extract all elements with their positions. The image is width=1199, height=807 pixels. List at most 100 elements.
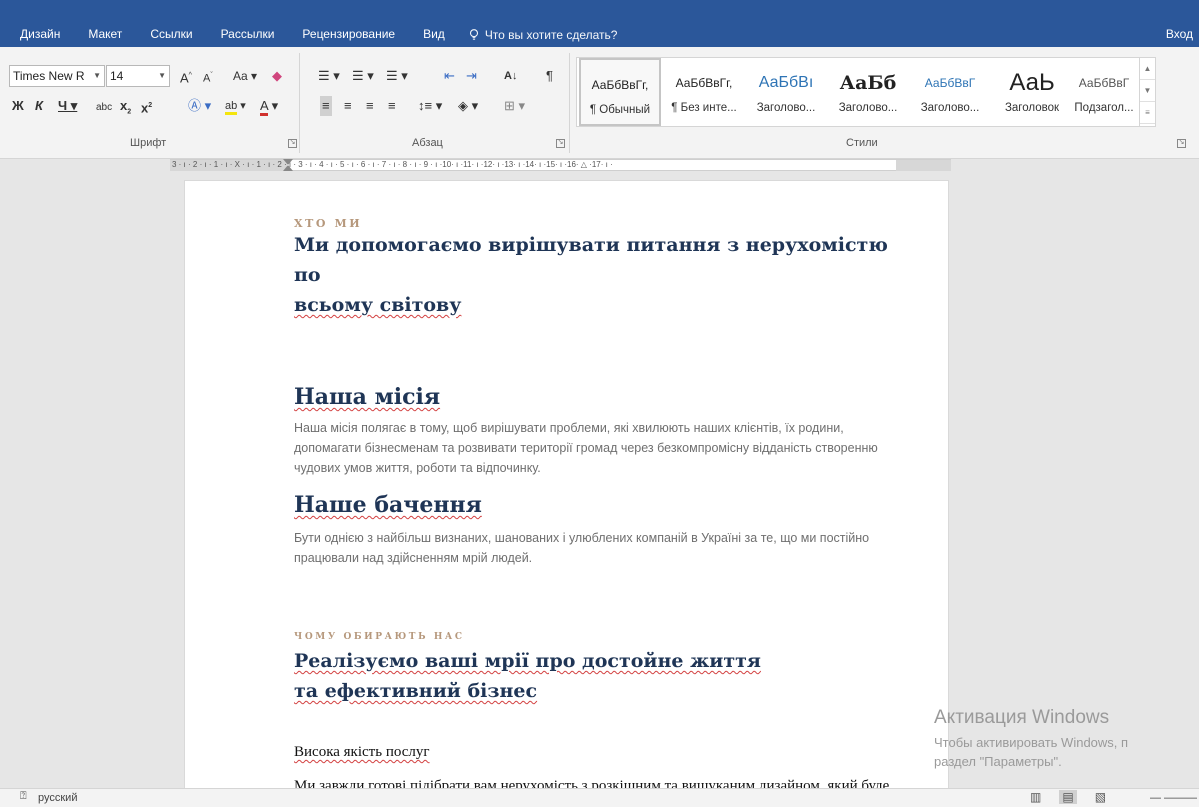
style-sample: АаБбВвГг,	[591, 78, 649, 92]
increase-indent-icon[interactable]: ⇥	[466, 66, 477, 86]
tell-me-label: Что вы хотите сделать?	[484, 27, 618, 42]
font-color-icon[interactable]: A ▾	[260, 96, 278, 116]
paragraph-group-label: Абзац	[412, 137, 443, 149]
italic-icon[interactable]: К	[35, 96, 43, 116]
font-size-box[interactable]: 14 ▼	[106, 65, 170, 87]
subscript-icon[interactable]: x2	[120, 96, 131, 116]
tab-review[interactable]: Рецензирование	[288, 22, 409, 47]
sign-in-link[interactable]: Вход	[1166, 22, 1193, 47]
quality-heading: Висока якість послуг	[294, 744, 914, 761]
tab-mailings[interactable]: Рассылки	[207, 22, 289, 47]
style-normal[interactable]: АаБбВвГг, ¶ Обычный	[579, 58, 661, 126]
clear-formatting-icon[interactable]: ◆	[272, 66, 282, 86]
tab-design[interactable]: Дизайн	[0, 22, 74, 47]
mission-heading: Наша місія	[294, 384, 914, 410]
hanging-indent-marker[interactable]	[283, 165, 293, 171]
print-layout-icon[interactable]: ▤	[1059, 790, 1077, 804]
underline-icon[interactable]: Ч ▾	[58, 96, 77, 116]
section-eyebrow: ЧОМУ ОБИРАЮТЬ НАС	[294, 632, 465, 642]
change-case-icon[interactable]: Aa ▾	[233, 66, 257, 86]
section-title: Ми допомогаємо вирішувати питання з неру…	[294, 230, 914, 320]
style-name: Подзагол...	[1074, 102, 1134, 114]
sort-icon[interactable]: A↓	[504, 66, 517, 86]
chevron-down-icon[interactable]: ▼	[158, 66, 166, 86]
style-subtitle[interactable]: АаБбВвГ Подзагол...	[1069, 58, 1139, 126]
style-sample: АаБбВвГг,	[675, 76, 733, 90]
style-sample: АаБб	[839, 72, 897, 94]
section-title: Реалізуємо ваші мрії про достойне життя …	[294, 646, 914, 706]
align-right-icon[interactable]: ≡	[366, 96, 374, 116]
heading-text: Наша місія	[294, 384, 441, 410]
styles-gallery: АаБбВвГг, ¶ Обычный АаБбВвГг, ¶ Без инте…	[576, 57, 1156, 127]
web-layout-icon[interactable]: ▧	[1095, 790, 1106, 804]
status-bar: ⍰ русский ▥ ▤ ▧ — ———	[0, 788, 1199, 807]
styles-group-label: Стили	[846, 137, 878, 149]
document-body[interactable]: ХТО МИ Ми допомогаємо вирішувати питання…	[294, 217, 914, 807]
shading-icon[interactable]: ◈ ▾	[458, 96, 478, 116]
more-styles-icon[interactable]: ≡	[1140, 102, 1155, 124]
numbering-icon[interactable]: ☰ ▾	[352, 66, 374, 86]
style-sample: АаБбВı	[758, 74, 814, 91]
bullets-icon[interactable]: ☰ ▾	[318, 66, 340, 86]
font-size-value: 14	[110, 69, 124, 83]
activation-watermark: Активация Windows Чтобы активировать Win…	[934, 707, 1128, 771]
ribbon-home: Times New R ▼ 14 ▼ A^ Aˇ Aa ▾ ◆ Ж К Ч ▾ …	[0, 47, 1199, 159]
style-heading-3[interactable]: АаБбВвГ Заголово...	[909, 58, 991, 126]
tab-references[interactable]: Ссылки	[136, 22, 206, 47]
proofing-icon[interactable]: ⍰	[20, 790, 27, 803]
style-name: Заголово...	[756, 102, 816, 114]
language-indicator[interactable]: русский	[38, 792, 77, 804]
style-name: Заголово...	[838, 102, 898, 114]
title-line: Реалізуємо ваші мрії про достойне життя	[294, 650, 761, 672]
title-line: Ми допомогаємо вирішувати питання з неру…	[294, 234, 888, 286]
vision-heading: Наше бачення	[294, 492, 914, 518]
show-marks-icon[interactable]: ¶	[546, 66, 553, 86]
watermark-title: Активация Windows	[934, 707, 1110, 728]
document-page[interactable]: ХТО МИ Ми допомогаємо вирішувати питання…	[184, 180, 949, 807]
highlight-icon[interactable]: ab ▾	[225, 96, 246, 116]
ribbon-tabs: Дизайн Макет Ссылки Рассылки Рецензирова…	[0, 22, 617, 47]
heading-text: Висока якість послуг	[294, 744, 430, 760]
tab-layout[interactable]: Макет	[74, 22, 136, 47]
zoom-slider[interactable]: — ———	[1150, 792, 1197, 804]
multilevel-list-icon[interactable]: ☰ ▾	[386, 66, 408, 86]
grow-font-icon[interactable]: A^	[180, 66, 192, 86]
style-no-spacing[interactable]: АаБбВвГг, ¶ Без инте...	[663, 58, 745, 126]
style-sample: АаЬ	[1009, 69, 1055, 96]
scroll-up-icon[interactable]: ▲	[1140, 58, 1155, 80]
dialog-launcher-icon[interactable]: ↘	[288, 139, 297, 148]
line-spacing-icon[interactable]: ↕≡ ▾	[418, 96, 442, 116]
superscript-icon[interactable]: x2	[141, 96, 152, 116]
font-group-label: Шрифт	[130, 137, 167, 149]
text-effects-icon[interactable]: Ⓐ ▾	[188, 96, 211, 116]
align-left-icon[interactable]: ≡	[320, 96, 332, 116]
borders-icon[interactable]: ⊞ ▾	[504, 96, 525, 116]
read-mode-icon[interactable]: ▥	[1030, 790, 1041, 804]
section-eyebrow: ХТО МИ	[294, 217, 363, 230]
tab-view[interactable]: Вид	[409, 22, 459, 47]
bold-icon[interactable]: Ж	[12, 96, 24, 116]
chevron-down-icon[interactable]: ▼	[93, 66, 101, 86]
shrink-font-icon[interactable]: Aˇ	[203, 66, 213, 86]
style-sample: АаБбВвГ	[1078, 76, 1130, 90]
style-name: ¶ Без инте...	[671, 102, 737, 114]
word-window: Дизайн Макет Ссылки Рассылки Рецензирова…	[0, 0, 1199, 807]
watermark-line: раздел "Параметры".	[934, 754, 1062, 769]
ribbon-tab-bar: Дизайн Макет Ссылки Рассылки Рецензирова…	[0, 0, 1199, 47]
decrease-indent-icon[interactable]: ⇤	[444, 66, 455, 86]
dialog-launcher-icon[interactable]: ↘	[1177, 139, 1186, 148]
font-name-box[interactable]: Times New R ▼	[9, 65, 105, 87]
tell-me-search[interactable]: Что вы хотите сделать?	[459, 27, 618, 42]
justify-icon[interactable]: ≡	[388, 96, 396, 116]
strikethrough-icon[interactable]: abc	[96, 98, 112, 118]
style-name: ¶ Обычный	[589, 104, 651, 116]
style-heading-1[interactable]: АаБбВı Заголово...	[745, 58, 827, 126]
style-title[interactable]: АаЬ Заголовок	[991, 58, 1073, 126]
dialog-launcher-icon[interactable]: ↘	[556, 139, 565, 148]
view-buttons: ▥ ▤ ▧	[1030, 790, 1106, 804]
align-center-icon[interactable]: ≡	[344, 96, 352, 116]
title-strip	[0, 0, 1199, 18]
style-heading-2[interactable]: АаБб Заголово...	[827, 58, 909, 126]
group-divider	[569, 53, 570, 153]
scroll-down-icon[interactable]: ▼	[1140, 80, 1155, 102]
